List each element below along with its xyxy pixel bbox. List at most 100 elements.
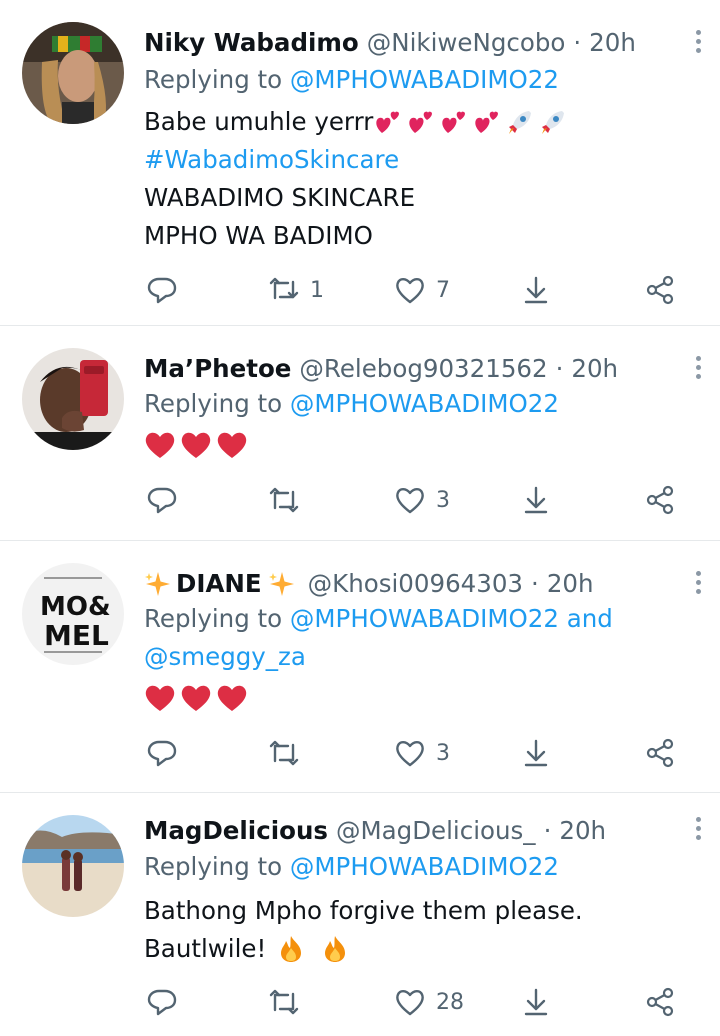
reply-button[interactable]	[146, 984, 178, 1020]
avatar-image: MO& MEL	[22, 563, 124, 665]
retweet-button[interactable]	[268, 735, 310, 771]
retweet-button[interactable]	[268, 984, 310, 1020]
avatar[interactable]	[22, 348, 124, 450]
reply-button[interactable]	[146, 272, 178, 308]
user-handle[interactable]: @MagDelicious_	[336, 814, 536, 848]
like-button[interactable]: 3	[394, 735, 450, 771]
rocket-emoji-icon	[509, 111, 532, 134]
tweet-actions: 3	[144, 735, 720, 771]
mention-link[interactable]: @smeggy_za	[144, 639, 306, 675]
display-name[interactable]: MagDelicious	[144, 814, 328, 848]
share-button[interactable]	[520, 482, 552, 518]
user-handle[interactable]: @NikiweNgcobo	[367, 26, 566, 60]
avatar-image	[22, 348, 124, 450]
more-options-icon[interactable]	[690, 356, 706, 382]
tweet-header: DIANE @Khosi00964303 · 20h	[144, 567, 594, 601]
share-network-icon	[646, 738, 674, 768]
tweet-emoji-row	[144, 430, 248, 460]
share-network-button[interactable]	[644, 984, 676, 1020]
share-network-button[interactable]	[644, 272, 676, 308]
retweet-button[interactable]: 1	[268, 272, 324, 308]
retweet-icon	[269, 989, 299, 1015]
tweet-header: Ma’Phetoe @Relebog90321562 · 20h	[144, 352, 618, 386]
replying-line: Replying to @MPHOWABADIMO22	[144, 62, 559, 98]
separator-dot: ·	[555, 354, 564, 383]
retweet-icon	[269, 740, 299, 766]
tweet-actions: 28	[144, 984, 720, 1020]
mention-link[interactable]: @MPHOWABADIMO22	[290, 852, 559, 881]
tweet-actions: 3	[144, 482, 720, 518]
mention-link[interactable]: @MPHOWABADIMO22	[290, 604, 559, 633]
red-heart-emoji-icon	[181, 685, 211, 711]
reply-button[interactable]	[146, 735, 178, 771]
display-name[interactable]: DIANE	[176, 567, 262, 601]
heart-icon	[396, 989, 424, 1016]
share-download-icon	[524, 276, 548, 304]
more-options-icon[interactable]	[690, 817, 706, 843]
tweet-item[interactable]: Ma’Phetoe @Relebog90321562 · 20h Replyin…	[0, 326, 720, 541]
like-button[interactable]: 3	[394, 482, 450, 518]
like-count: 7	[436, 277, 450, 303]
tweet-header: MagDelicious @MagDelicious_ · 20h	[144, 814, 606, 848]
replying-line: Replying to @MPHOWABADIMO22	[144, 849, 559, 885]
tweet-text: Bautlwile!	[144, 934, 267, 963]
replying-line: Replying to @MPHOWABADIMO22 and	[144, 601, 613, 637]
rocket-emoji-icon	[542, 111, 565, 134]
tweet-emoji-row	[144, 683, 248, 713]
display-name[interactable]: Ma’Phetoe	[144, 352, 291, 386]
replying-label: Replying to	[144, 389, 283, 418]
tweet-actions: 1 7	[144, 272, 720, 308]
tweet-item[interactable]: MO& MEL DIANE @Khosi00964303 · 20h Reply…	[0, 541, 720, 793]
sparkles-emoji-icon	[268, 572, 294, 596]
share-network-icon	[646, 987, 674, 1017]
tweet-text: WABADIMO SKINCARE	[144, 183, 416, 212]
fire-emoji-icon	[325, 936, 346, 962]
share-network-button[interactable]	[644, 735, 676, 771]
red-heart-emoji-icon	[217, 685, 247, 711]
heart-icon	[396, 277, 424, 304]
mention-link[interactable]: @MPHOWABADIMO22	[290, 389, 559, 418]
avatar-image	[22, 815, 124, 917]
reply-button[interactable]	[146, 482, 178, 518]
more-options-icon[interactable]	[690, 571, 706, 597]
share-download-icon	[524, 739, 548, 767]
share-button[interactable]	[520, 984, 552, 1020]
like-count: 3	[436, 740, 450, 766]
retweet-button[interactable]	[268, 482, 310, 518]
timestamp[interactable]: 20h	[547, 567, 594, 601]
separator-dot: ·	[531, 569, 539, 598]
share-button[interactable]	[520, 272, 552, 308]
avatar[interactable]: MO& MEL	[22, 563, 124, 665]
share-network-icon	[646, 275, 674, 305]
share-network-button[interactable]	[644, 482, 676, 518]
like-button[interactable]: 7	[394, 272, 450, 308]
tweet-header: Niky Wabadimo @NikiweNgcobo · 20h	[144, 26, 636, 60]
sparkles-emoji-icon	[145, 572, 170, 596]
avatar[interactable]	[22, 815, 124, 917]
retweet-icon	[269, 277, 299, 300]
two-hearts-emoji-icon	[376, 111, 400, 133]
mention-link[interactable]: @MPHOWABADIMO22	[290, 65, 559, 94]
reply-icon	[147, 740, 177, 767]
tweet-item[interactable]: MagDelicious @MagDelicious_ · 20h Replyi…	[0, 793, 720, 1036]
user-handle[interactable]: @Relebog90321562	[299, 352, 547, 386]
replying-line: Replying to @MPHOWABADIMO22	[144, 386, 559, 422]
tweet-text: Babe umuhle yerrr	[144, 107, 374, 136]
avatar[interactable]	[22, 22, 124, 124]
tweet-text-line: Babe umuhle yerrr	[144, 104, 568, 140]
like-count: 3	[436, 487, 450, 513]
user-handle[interactable]: @Khosi00964303	[308, 567, 523, 601]
hashtag-link[interactable]: #WabadimoSkincare	[144, 142, 399, 178]
like-button[interactable]: 28	[394, 984, 464, 1020]
share-button[interactable]	[520, 735, 552, 771]
timestamp[interactable]: 20h	[589, 26, 636, 60]
display-name[interactable]: Niky Wabadimo	[144, 26, 359, 60]
more-options-icon[interactable]	[690, 30, 706, 56]
timestamp[interactable]: 20h	[571, 352, 618, 386]
tweet-text: Bathong Mpho forgive them please.	[144, 896, 583, 925]
tweet-item[interactable]: Niky Wabadimo @NikiweNgcobo · 20h Replyi…	[0, 0, 720, 326]
red-heart-emoji-icon	[217, 432, 247, 458]
like-count: 28	[436, 989, 464, 1015]
timestamp[interactable]: 20h	[559, 814, 606, 848]
replying-label: Replying to	[144, 852, 283, 881]
